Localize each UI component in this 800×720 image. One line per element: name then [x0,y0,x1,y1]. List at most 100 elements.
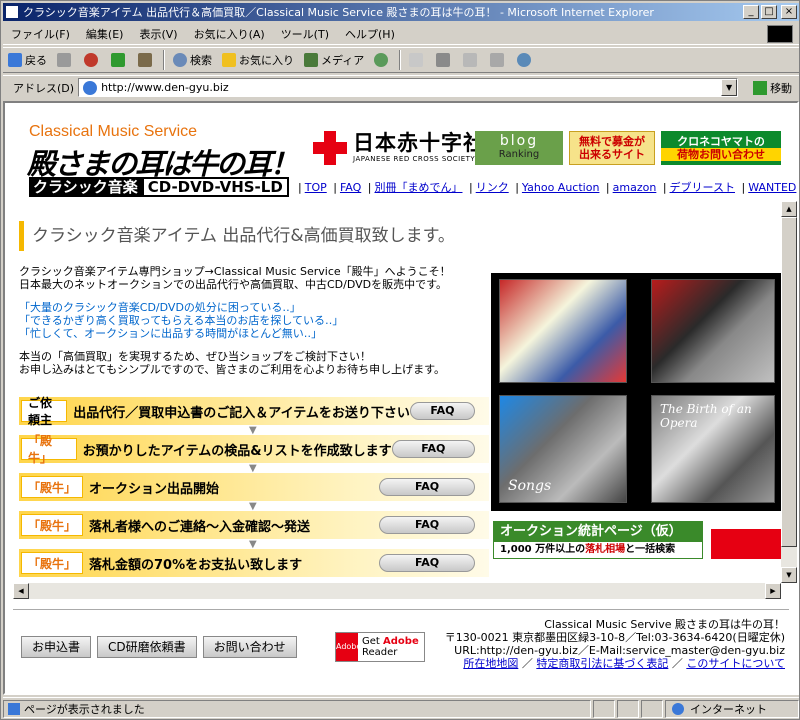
go-button[interactable]: 移動 [753,80,792,96]
horizontal-scrollbar[interactable]: ◀ ▶ [13,583,781,599]
menu-help[interactable]: ヘルプ(H) [337,26,403,42]
cd-cover-image[interactable]: The Birth of an Opera [651,395,775,503]
menu-tools[interactable]: ツール(T) [273,26,337,42]
auction-sub-a: 1,000 万件以上の [500,544,586,555]
kuroneko-line-1: クロネコヤマトの [677,135,765,148]
close-button[interactable]: × [781,5,797,19]
search-button[interactable]: 検索 [168,49,217,71]
footer-buttons: お申込書 CD研磨依頼書 お問い合わせ [21,636,303,658]
discuss-button[interactable] [485,49,512,71]
menu-view[interactable]: 表示(V) [131,26,185,42]
address-dropdown-button[interactable]: ▼ [721,79,738,96]
menu-favorites[interactable]: お気に入り(A) [186,26,273,42]
scroll-left-button[interactable]: ◀ [13,583,29,599]
mail-button[interactable] [404,49,431,71]
edit-icon [463,53,478,67]
browser-window: クラシック音楽アイテム 出品代行＆高価買取／Classical Music Se… [0,0,800,720]
home-button[interactable] [133,49,160,71]
footer-info: Classical Music Servive 殿さまの耳は牛の耳！ 〒130-… [445,618,785,670]
closing-line-2: お申し込みはとてもシンプルですので、皆さまのご利用を心よりお待ち申し上げます。 [19,363,446,376]
kuroneko-banner[interactable]: クロネコヤマトの 荷物お問い合わせ [661,131,781,165]
footer-link-about[interactable]: このサイトについて [686,657,785,670]
auction-banner-title: オークション統計ページ（仮） [494,522,702,542]
go-arrow-icon [753,80,768,95]
favorites-label: お気に入り [239,54,294,67]
donation-line-2: 出来るサイト [579,148,645,161]
logo-english: Classical Music Service [29,123,198,140]
status-cell [593,699,615,718]
security-zone: インターネット [665,699,799,718]
cd-cover-image[interactable] [651,279,775,383]
nav-mameden[interactable]: 別冊「まめでん」 [374,181,462,194]
footer-link-law[interactable]: 特定商取引法に基づく表記 [536,657,668,670]
search-label: 検索 [190,54,212,67]
forward-button[interactable] [52,49,79,71]
red-banner[interactable] [711,529,781,559]
faq-button[interactable]: FAQ [391,440,475,458]
quote-line-1: 「大量のクラシック音楽CD/DVDの処分に困っている‥」 [19,301,301,314]
step-text: 落札者様へのご連絡～入金確認～発送 [89,519,311,535]
cd-covers: Songs The Birth of an Opera [491,273,781,511]
nav-yahoo-auction[interactable]: Yahoo Auction [522,181,600,194]
print-button[interactable] [431,49,458,71]
minimize-button[interactable]: _ [743,5,759,19]
faq-button[interactable]: FAQ [379,516,475,534]
ie-page-icon [5,5,19,19]
stop-button[interactable] [79,49,106,71]
refresh-button[interactable] [106,49,133,71]
address-input[interactable]: http://www.den-gyu.biz [78,78,739,97]
edit-button[interactable] [458,49,485,71]
step-2: 「殿牛」 お預かりしたアイテムの検品&リストを作成致します FAQ ▼ [19,434,489,474]
scroll-down-button[interactable]: ▼ [781,567,797,583]
favorites-button[interactable]: お気に入り [217,49,299,71]
favorites-star-icon [222,53,236,67]
vertical-scrollbar[interactable]: ▲ ▼ [781,201,797,583]
step-badge: ご依頼主 [21,396,68,427]
footer-link-map[interactable]: 所在地地図 [463,657,518,670]
nav-top[interactable]: TOP [305,181,327,194]
application-form-button[interactable]: お申込書 [21,636,92,658]
address-url: http://www.den-gyu.biz [101,81,229,94]
step-5: 「殿牛」 落札金額の70%をお支払い致します FAQ [19,549,489,577]
footer-site-name: Classical Music Servive 殿さまの耳は牛の耳！ [544,618,785,631]
step-badge: 「殿牛」 [21,434,77,465]
adobe-reader-badge[interactable]: Adobe Get Adobe Reader [335,632,425,662]
maximize-button[interactable]: □ [761,5,777,19]
nav-wanted[interactable]: WANTED [748,181,796,194]
status-text: ページが表示されました [24,702,145,716]
adobe-logo-icon: Adobe [336,633,361,661]
faq-button[interactable]: FAQ [409,402,475,420]
nav-deblist[interactable]: デブリースト [670,181,735,194]
scroll-right-button[interactable]: ▶ [765,583,781,599]
print-icon [436,53,451,67]
messenger-button[interactable] [512,49,539,71]
nav-amazon[interactable]: amazon [613,181,657,194]
red-cross-banner[interactable]: 日本赤十字社 JAPANESE RED CROSS SOCIETY [313,131,485,165]
search-icon [173,53,187,67]
auction-stats-banner[interactable]: オークション統計ページ（仮） 1,000 万件以上の落札相場と一括検索 [493,521,703,559]
step-3: 「殿牛」 オークション出品開始 FAQ ▼ [19,473,489,512]
menu-file[interactable]: ファイル(F) [3,26,78,42]
address-bar: アドレス(D) http://www.den-gyu.biz ▼ 移動 [3,75,799,99]
intro-line-2: 日本最大のネットオークションでの出品代行や高価買取、中古CD/DVDを販売中です… [19,278,448,291]
back-button[interactable]: 戻る [3,49,52,71]
cd-cover-image[interactable] [499,279,627,383]
cd-cover-image[interactable]: Songs [499,395,627,503]
faq-button[interactable]: FAQ [379,478,475,496]
zone-text: インターネット [690,702,767,716]
history-button[interactable] [369,49,396,71]
menu-edit[interactable]: 編集(E) [78,26,132,42]
blog-ranking-banner[interactable]: blog Ranking [475,131,563,165]
scroll-up-button[interactable]: ▲ [781,201,797,217]
refresh-icon [111,53,125,67]
scroll-thumb[interactable] [781,217,797,547]
media-button[interactable]: メディア [299,49,369,71]
nav-faq[interactable]: FAQ [340,181,361,194]
window-title: クラシック音楽アイテム 出品代行＆高価買取／Classical Music Se… [23,6,654,19]
contact-button[interactable]: お問い合わせ [202,636,297,658]
kuroneko-line-2: 荷物お問い合わせ [661,148,781,161]
donation-banner[interactable]: 無料で募金が 出来るサイト [569,131,655,165]
faq-button[interactable]: FAQ [379,554,475,572]
cd-polish-request-button[interactable]: CD研磨依頼書 [97,636,197,658]
nav-links-page[interactable]: リンク [476,181,509,194]
